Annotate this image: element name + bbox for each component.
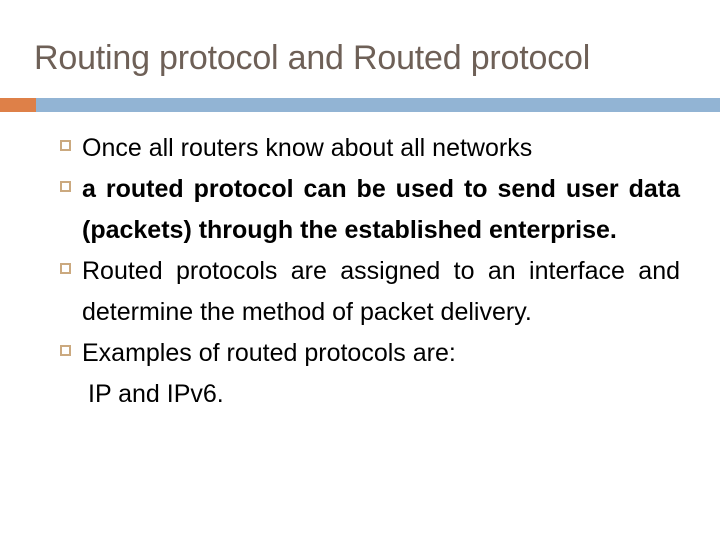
hollow-square-bullet-icon — [60, 140, 71, 151]
slide-canvas: Routing protocol and Routed protocol Onc… — [0, 0, 720, 540]
page-title: Routing protocol and Routed protocol — [34, 39, 591, 77]
slide-title-area: Routing protocol and Routed protocol — [0, 0, 720, 118]
bullet-subtext: IP and IPv6. — [88, 380, 224, 408]
list-item: a routed protocol can be used to send us… — [0, 169, 720, 251]
slide-body: Once all routers know about all networks… — [0, 128, 720, 415]
bullet-text: Routed protocols are assigned to an inte… — [82, 257, 680, 326]
bullet-text: Once all routers know about all networks — [82, 134, 533, 162]
list-item: Once all routers know about all networks — [0, 128, 720, 169]
hollow-square-bullet-icon — [60, 181, 71, 192]
hollow-square-bullet-icon — [60, 345, 71, 356]
hollow-square-bullet-icon — [60, 263, 71, 274]
accent-rule-orange-segment — [0, 98, 36, 112]
accent-rule-blue-segment — [36, 98, 720, 112]
list-item: Examples of routed protocols are: IP and… — [0, 333, 720, 415]
bullet-text: Examples of routed protocols are: — [82, 339, 456, 367]
title-accent-rule — [0, 98, 720, 112]
list-item: Routed protocols are assigned to an inte… — [0, 251, 720, 333]
bullet-text: a routed protocol can be used to send us… — [82, 175, 680, 244]
